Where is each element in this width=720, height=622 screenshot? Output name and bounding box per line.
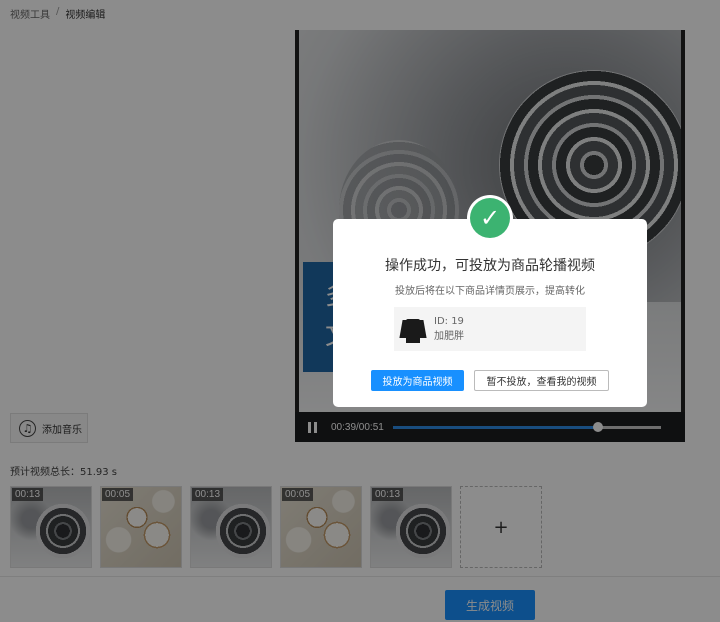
dialog-subtitle: 投放后将在以下商品详情页展示，提高转化 — [395, 286, 585, 297]
product-thumbnail — [399, 315, 427, 343]
check-circle-icon: ✓ — [467, 195, 513, 241]
dialog-title: 操作成功，可投放为商品轮播视频 — [385, 258, 595, 274]
product-card: ID: 19 加肥胖 — [394, 307, 586, 351]
publish-product-video-button[interactable]: 投放为商品视频 — [371, 370, 464, 391]
product-info: ID: 19 加肥胖 — [434, 314, 464, 344]
skip-view-my-videos-button[interactable]: 暂不投放，查看我的视频 — [474, 370, 609, 391]
product-id: ID: 19 — [434, 316, 464, 327]
video-editor-page: 视频工具 / 视频编辑 多 文 00:39/00:51 ♫ 添加音乐 预计视频总… — [0, 0, 720, 622]
redacted-area — [474, 312, 578, 346]
product-name: 加肥胖 — [434, 331, 464, 342]
success-dialog: ✓ 操作成功，可投放为商品轮播视频 投放后将在以下商品详情页展示，提高转化 ID… — [333, 195, 647, 407]
